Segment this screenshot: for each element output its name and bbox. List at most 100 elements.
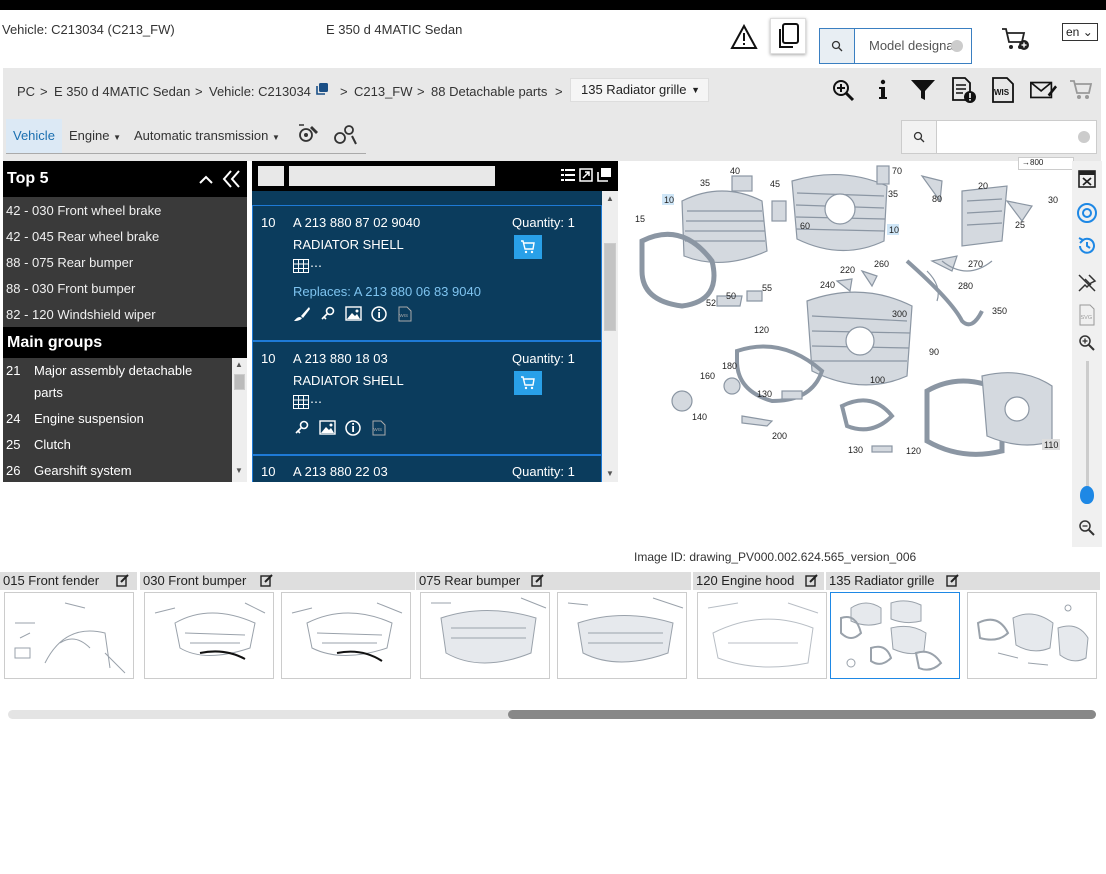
edit-icon[interactable] [946,574,959,590]
drawing-callout[interactable]: 100 [870,375,885,385]
drawing-callout[interactable]: 180 [722,361,737,371]
main-groups-scrollbar[interactable]: ▲ ▼ [232,358,247,482]
thumbnail-drawing[interactable] [420,592,550,679]
thumbnail-group-label[interactable]: 075 Rear bumper [416,572,691,590]
drawing-callout[interactable]: 45 [770,179,780,189]
thumbnail-drawing[interactable] [557,592,687,679]
scrollbar-thumb[interactable] [234,374,245,390]
scroll-up-icon[interactable]: ▲ [235,360,243,369]
table-grid-icon[interactable] [293,395,309,412]
drawing-callout[interactable]: 70 [892,166,902,176]
add-to-cart-button[interactable] [514,235,542,259]
exploded-drawing[interactable]: 40 45 35 70 35 80 20 30 25 15 10 60 10 2… [622,157,1074,471]
drawing-callout[interactable]: 90 [929,347,939,357]
thumbnail-drawing[interactable] [4,592,134,679]
drawing-callout[interactable]: 200 [772,431,787,441]
tab-engine[interactable]: Engine ▼ [62,119,128,153]
key-icon[interactable] [319,306,337,325]
warning-icon[interactable] [728,22,760,52]
collapse-left-icon[interactable] [221,161,243,211]
drawing-callout[interactable]: 40 [730,166,740,176]
drawing-callout[interactable]: 110 [1044,440,1058,450]
zoom-in-icon[interactable] [829,76,857,104]
thumbnail-drawing-selected[interactable] [830,592,960,679]
image-icon[interactable] [345,306,363,325]
drawing-callout[interactable]: 260 [874,259,889,269]
cart-icon[interactable] [1067,76,1095,104]
top5-item[interactable]: 42 - 045 Rear wheel brake [6,229,159,244]
close-window-icon[interactable] [1075,167,1099,191]
top5-item[interactable]: 88 - 075 Rear bumper [6,255,133,270]
popout-icon[interactable] [597,167,612,185]
breadcrumb-item[interactable]: C213_FW [354,84,413,99]
drawing-callout[interactable]: 350 [992,306,1007,316]
drawing-callout[interactable]: 20 [978,181,988,191]
document-alert-icon[interactable] [949,76,977,104]
top5-item[interactable]: 82 - 120 Windshield wiper [6,307,156,322]
drawing-callout[interactable]: 60 [800,221,810,231]
drawing-callout[interactable]: 140 [692,412,707,422]
part-row[interactable]: 10 A 213 880 18 03 Quantity: 1 RADIATOR … [252,341,602,455]
info-circle-icon[interactable] [345,420,363,439]
thumbnail-group-label[interactable]: 120 Engine hood [693,572,824,590]
image-icon[interactable] [319,420,337,439]
edit-icon[interactable] [116,574,129,590]
thumbnail-drawing[interactable] [144,592,274,679]
thumbnail-group-label[interactable]: 030 Front bumper [140,572,415,590]
add-to-cart-button[interactable] [514,371,542,395]
history-icon[interactable] [1075,234,1099,258]
parts-search[interactable] [901,120,1097,154]
scroll-down-icon[interactable]: ▼ [606,469,614,478]
wis-doc-icon[interactable]: WIS [397,306,413,325]
scroll-down-icon[interactable]: ▼ [235,466,243,475]
breadcrumb-item[interactable]: E 350 d 4MATIC Sedan [54,84,190,99]
thumbnail-group-label[interactable]: 015 Front fender [0,572,137,590]
drawing-callout[interactable]: 280 [958,281,973,291]
scrollbar-thumb[interactable] [604,243,616,331]
drawing-callout[interactable]: 220 [840,265,855,275]
thumbnail-drawing[interactable] [281,592,411,679]
drawing-callout[interactable]: 50 [726,291,736,301]
search-icon[interactable] [902,121,937,153]
zoom-in-icon[interactable] [1075,331,1099,355]
wis-icon[interactable]: WIS [989,76,1017,104]
add-to-cart-icon[interactable] [998,24,1032,54]
select-all-checkbox[interactable] [258,166,284,186]
zoom-out-icon[interactable] [1075,516,1099,540]
mail-edit-icon[interactable] [1029,76,1057,104]
part-row[interactable]: 10 A 213 880 87 02 9040 Quantity: 1 RADI… [252,205,602,341]
clear-icon[interactable] [951,40,963,52]
breadcrumb-item[interactable]: PC [17,84,35,99]
drawing-callout[interactable]: 120 [754,325,769,335]
drawing-callout[interactable]: 160 [700,371,715,381]
list-view-icon[interactable] [561,168,575,185]
part-row[interactable]: 10 A 213 880 22 03 Quantity: 1 [252,455,602,482]
scrollbar-thumb[interactable] [508,710,1096,719]
language-select[interactable]: en ⌄ [1062,23,1098,41]
tire-wrench-icon[interactable] [296,122,322,149]
clear-icon[interactable] [1078,131,1090,143]
top5-item[interactable]: 88 - 030 Front bumper [6,281,135,296]
paint-brush-icon[interactable] [293,306,311,325]
copy-icon[interactable] [770,18,806,54]
parts-scrollbar[interactable]: ▲ ▼ [602,191,618,482]
edit-icon[interactable] [260,574,273,590]
drawing-callout[interactable]: 270 [968,259,983,269]
table-grid-icon[interactable] [293,259,309,276]
info-icon[interactable] [869,76,897,104]
part-number[interactable]: A 213 880 22 03 [293,464,388,479]
target-icon[interactable] [1075,201,1099,225]
key-icon[interactable] [293,420,311,439]
drawing-callout[interactable]: 240 [820,280,835,290]
gears-wrench-icon[interactable] [332,122,358,149]
drawing-callout[interactable]: 10 [664,195,674,205]
expand-icon[interactable] [579,168,593,185]
drawing-callout[interactable]: 120 [906,446,921,456]
subgroup-select[interactable]: 135 Radiator grille ▼ [570,78,709,102]
thumbnail-group-label[interactable]: 135 Radiator grille [826,572,1100,590]
thumbnails-scrollbar[interactable] [8,710,1096,719]
breadcrumb-item[interactable]: 88 Detachable parts [431,84,547,99]
search-icon[interactable] [820,29,855,63]
drawing-callout[interactable]: 300 [892,309,907,319]
info-circle-icon[interactable] [371,306,389,325]
